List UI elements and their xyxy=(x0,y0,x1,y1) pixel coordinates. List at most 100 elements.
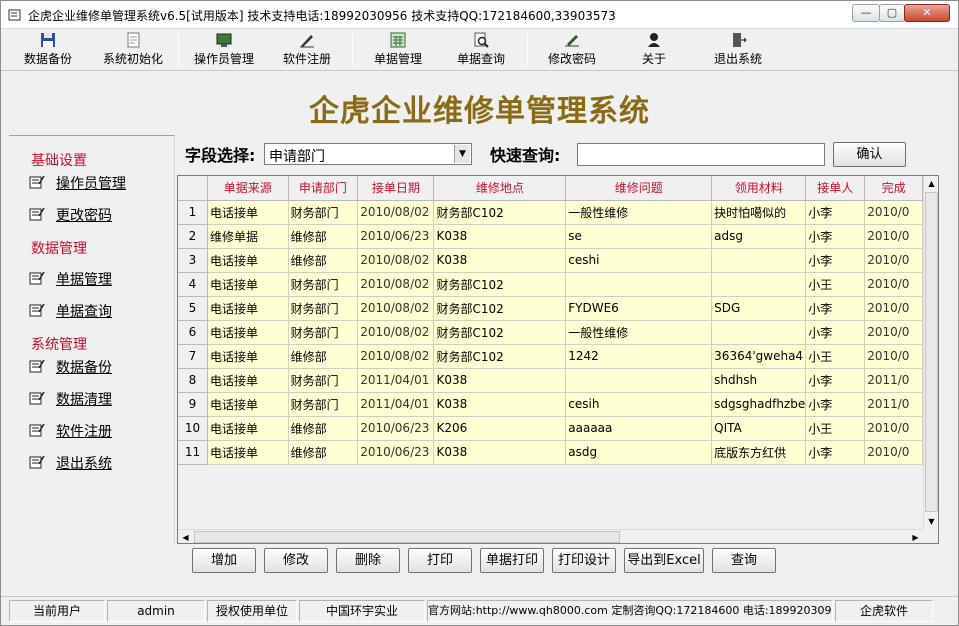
toolbar-backup-button[interactable]: 数据备份 xyxy=(15,32,81,68)
table-cell[interactable]: ceshi xyxy=(565,248,713,273)
column-header[interactable]: 接单日期 xyxy=(357,176,435,201)
table-cell[interactable]: 小王 xyxy=(805,272,866,297)
table-cell[interactable]: 2011/04/01 xyxy=(357,368,435,393)
table-cell[interactable]: 电话接单 xyxy=(207,320,289,345)
table-cell[interactable] xyxy=(565,272,713,297)
orders-grid[interactable]: 单据来源 申请部门 接单日期 维修地点 维修问题 领用材料 接单人 完成 1 电话… xyxy=(177,175,939,544)
print-design-button[interactable]: 打印设计 xyxy=(552,548,616,573)
table-row[interactable]: 11 电话接单 维修部 2010/06/23 K038 asdg 底版东方红供 小李 2010/… xyxy=(178,440,923,465)
table-cell[interactable]: 2010/08/02 xyxy=(357,344,435,369)
table-cell[interactable]: 电话接单 xyxy=(207,368,289,393)
column-header[interactable]: 维修问题 xyxy=(565,176,713,201)
table-cell[interactable]: 2010/08/02 xyxy=(357,296,435,321)
table-cell[interactable]: 一般性维修 xyxy=(565,200,713,225)
table-cell[interactable]: 2011/0 xyxy=(864,392,923,417)
table-cell[interactable]: aaaaaa xyxy=(565,416,713,441)
table-cell[interactable]: 2010/0 xyxy=(864,272,923,297)
scroll-right-icon[interactable]: ▶ xyxy=(908,530,923,543)
table-cell[interactable]: 财务部C102 xyxy=(433,344,567,369)
column-header[interactable]: 接单人 xyxy=(805,176,866,201)
table-cell[interactable]: 财务部C102 xyxy=(433,296,567,321)
column-header[interactable]: 申请部门 xyxy=(288,176,359,201)
column-header[interactable]: 领用材料 xyxy=(711,176,807,201)
print-button[interactable]: 打印 xyxy=(408,548,472,573)
print-order-button[interactable]: 单据打印 xyxy=(480,548,544,573)
table-cell[interactable]: 电话接单 xyxy=(207,296,289,321)
table-cell[interactable]: 维修部 xyxy=(288,224,359,249)
toolbar-operator-button[interactable]: 操作员管理 xyxy=(189,32,259,68)
maximize-button[interactable]: ▢ xyxy=(879,4,905,22)
table-cell[interactable]: 36364'gweha4 xyxy=(711,344,807,369)
table-cell[interactable]: 财务部门 xyxy=(288,368,359,393)
toolbar-change-password-button[interactable]: 修改密码 xyxy=(542,32,602,68)
table-cell[interactable]: 2010/0 xyxy=(864,416,923,441)
table-cell[interactable]: 小王 xyxy=(805,416,866,441)
table-cell[interactable]: 电话接单 xyxy=(207,272,289,297)
table-cell[interactable]: 2010/0 xyxy=(864,440,923,465)
table-cell[interactable]: 2010/06/23 xyxy=(357,440,435,465)
table-cell[interactable]: K038 xyxy=(433,440,567,465)
table-cell[interactable]: shdhsh xyxy=(711,368,807,393)
table-cell[interactable]: 2010/0 xyxy=(864,200,923,225)
vertical-scrollbar[interactable]: ▲ ▼ xyxy=(923,176,938,529)
table-cell[interactable]: 电话接单 xyxy=(207,248,289,273)
table-cell[interactable]: 维修单据 xyxy=(207,224,289,249)
table-row[interactable]: 8 电话接单 财务部门 2011/04/01 K038 shdhsh 小李 2011/0 xyxy=(178,368,923,393)
confirm-button[interactable]: 确认 xyxy=(833,142,906,167)
toolbar-query-button[interactable]: 单据查询 xyxy=(451,32,511,68)
table-cell[interactable]: K206 xyxy=(433,416,567,441)
table-cell[interactable]: 财务部C102 xyxy=(433,320,567,345)
horizontal-scrollbar[interactable]: ◀ ▶ xyxy=(178,529,923,543)
table-cell[interactable]: 财务部门 xyxy=(288,392,359,417)
table-cell[interactable]: 小李 xyxy=(805,320,866,345)
table-cell[interactable]: 小李 xyxy=(805,224,866,249)
scroll-up-icon[interactable]: ▲ xyxy=(924,176,938,191)
table-cell[interactable]: 小王 xyxy=(805,344,866,369)
table-cell[interactable]: 2010/06/23 xyxy=(357,224,435,249)
table-cell[interactable]: 财务部C102 xyxy=(433,200,567,225)
table-cell[interactable]: 财务部门 xyxy=(288,320,359,345)
table-cell[interactable]: 财务部门 xyxy=(288,272,359,297)
table-cell[interactable]: K038 xyxy=(433,392,567,417)
table-cell[interactable] xyxy=(565,368,713,393)
table-row[interactable]: 6 电话接单 财务部门 2010/08/02 财务部C102 一般性维修 小李 2010/0 xyxy=(178,320,923,345)
table-cell[interactable] xyxy=(711,320,807,345)
table-cell[interactable]: 底版东方红供 xyxy=(711,440,807,465)
table-cell[interactable]: sdgsghadfhzbe xyxy=(711,392,807,417)
table-cell[interactable]: 2010/0 xyxy=(864,320,923,345)
table-cell[interactable]: 2010/08/02 xyxy=(357,272,435,297)
table-cell[interactable]: 小李 xyxy=(805,440,866,465)
table-cell[interactable]: 财务部C102 xyxy=(433,272,567,297)
table-cell[interactable]: 电话接单 xyxy=(207,344,289,369)
table-cell[interactable]: 2010/0 xyxy=(864,248,923,273)
toolbar-orders-button[interactable]: 单据管理 xyxy=(368,32,428,68)
table-cell[interactable]: K038 xyxy=(433,368,567,393)
table-cell[interactable]: 电话接单 xyxy=(207,200,289,225)
table-cell[interactable]: adsg xyxy=(711,224,807,249)
table-cell[interactable]: 2010/0 xyxy=(864,296,923,321)
table-cell[interactable]: 小李 xyxy=(805,296,866,321)
scroll-left-icon[interactable]: ◀ xyxy=(178,530,193,543)
table-cell[interactable]: 维修部 xyxy=(288,344,359,369)
toolbar-register-button[interactable]: 软件注册 xyxy=(277,32,337,68)
toolbar-exit-button[interactable]: 退出系统 xyxy=(708,32,768,68)
toolbar-init-button[interactable]: 系统初始化 xyxy=(99,32,167,68)
table-cell[interactable]: 2010/08/02 xyxy=(357,248,435,273)
table-cell[interactable]: 2011/04/01 xyxy=(357,392,435,417)
edit-button[interactable]: 修改 xyxy=(264,548,328,573)
minimize-button[interactable]: — xyxy=(852,4,880,22)
table-cell[interactable] xyxy=(711,248,807,273)
table-cell[interactable]: 1242 xyxy=(565,344,713,369)
table-row[interactable]: 7 电话接单 维修部 2010/08/02 财务部C102 1242 36364'gweha… xyxy=(178,344,923,369)
table-row[interactable]: 1 电话接单 财务部门 2010/08/02 财务部C102 一般性维修 抉时怕噶似的 小李 2… xyxy=(178,200,923,225)
column-header[interactable]: 单据来源 xyxy=(207,176,289,201)
table-cell[interactable] xyxy=(711,272,807,297)
table-cell[interactable]: 2010/08/02 xyxy=(357,200,435,225)
chevron-down-icon[interactable]: ▼ xyxy=(454,145,470,163)
scroll-down-icon[interactable]: ▼ xyxy=(924,514,938,529)
field-select-dropdown[interactable]: 申请部门 ▼ xyxy=(264,143,472,165)
table-cell[interactable]: 小李 xyxy=(805,368,866,393)
table-cell[interactable]: cesih xyxy=(565,392,713,417)
export-excel-button[interactable]: 导出到Excel xyxy=(624,548,704,573)
vertical-scroll-thumb[interactable] xyxy=(925,192,938,512)
